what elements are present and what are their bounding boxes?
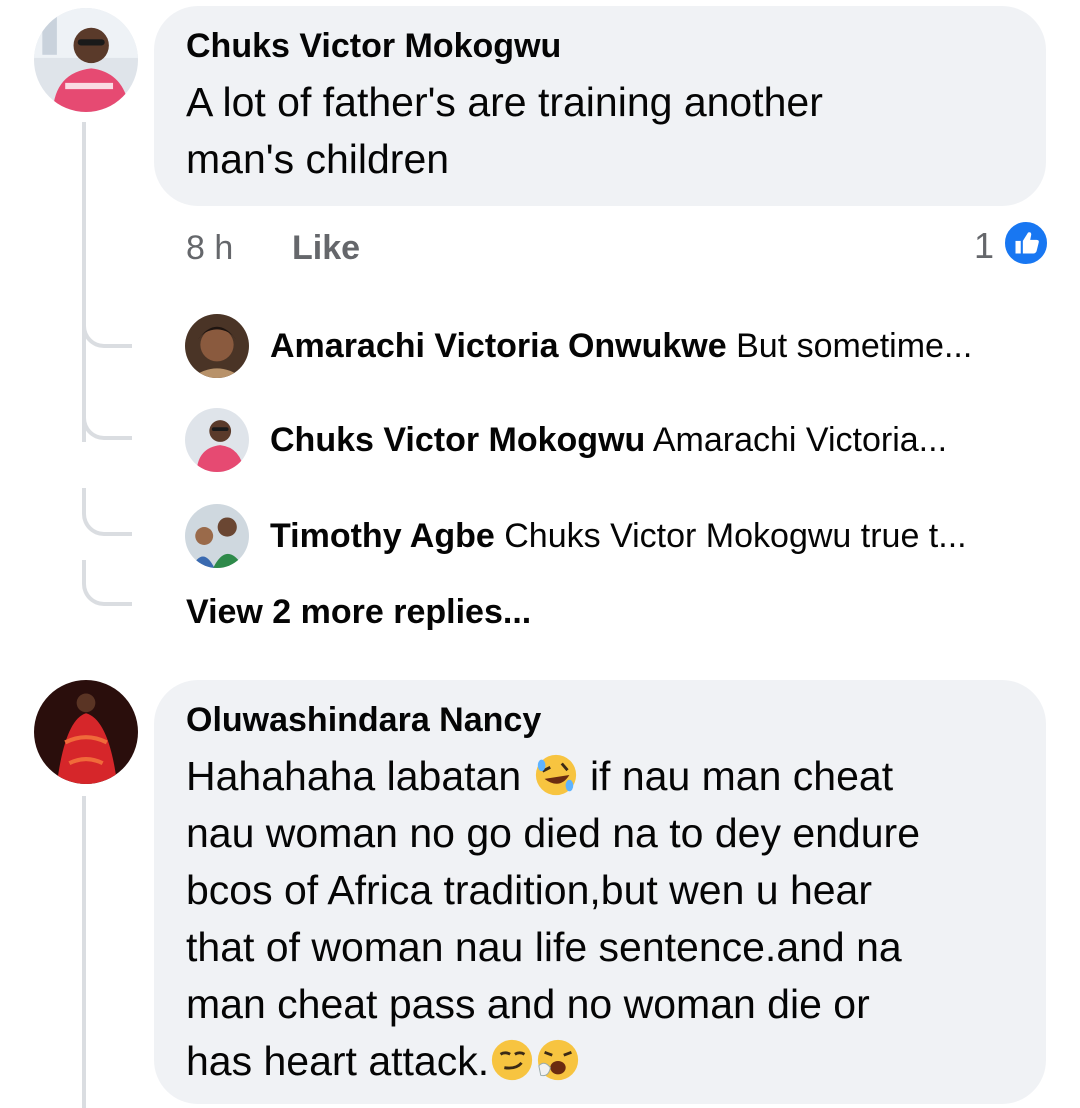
comment-text-line: Hahahaha labatan if nau man cheat xyxy=(186,748,1046,805)
reply-preview: Chuks Victor Mokogwu true t... xyxy=(504,517,967,555)
comment-text-segment: Hahahaha labatan xyxy=(186,753,522,799)
comment-text: A lot of father's are training another m… xyxy=(186,74,1046,188)
comment-text-line: A lot of father's are training another xyxy=(186,79,823,125)
reply-connector xyxy=(82,560,132,606)
avatar[interactable] xyxy=(34,680,138,784)
reply-connector xyxy=(82,488,132,536)
comment-text: Hahahaha labatan if nau man cheat nau wo… xyxy=(186,748,1046,1090)
comment-text-line: that of woman nau life sentence.and na xyxy=(186,924,902,970)
comment-text-segment: has heart attack. xyxy=(186,1038,490,1084)
comment-author[interactable]: Oluwashindara Nancy xyxy=(186,700,1046,740)
reply-preview: But sometime... xyxy=(736,327,973,365)
comment-text-line: bcos of Africa tradition,but wen u hear xyxy=(186,867,873,913)
yawning-face-icon xyxy=(535,1037,581,1083)
reply-item[interactable]: Chuks Victor Mokogwu Amarachi Victoria..… xyxy=(270,420,947,460)
avatar[interactable] xyxy=(34,8,138,112)
avatar[interactable] xyxy=(185,314,249,378)
reaction-count[interactable]: 1 xyxy=(974,226,994,266)
thread-line xyxy=(82,796,86,1108)
rolling-on-floor-laughing-icon xyxy=(533,752,579,798)
comment-text-line: man cheat pass and no woman die or xyxy=(186,981,870,1027)
view-more-replies-button[interactable]: View 2 more replies... xyxy=(186,592,531,632)
reply-author[interactable]: Timothy Agbe xyxy=(270,517,495,555)
like-button[interactable]: Like xyxy=(292,228,360,268)
comment-bubble: Oluwashindara Nancy Hahahaha labatan if … xyxy=(154,680,1046,1104)
comment-text-line: has heart attack. xyxy=(186,1033,1046,1090)
reply-item[interactable]: Amarachi Victoria Onwukwe But sometime..… xyxy=(270,326,972,366)
reply-item[interactable]: Timothy Agbe Chuks Victor Mokogwu true t… xyxy=(270,516,967,556)
like-reaction-icon[interactable] xyxy=(1002,219,1050,267)
avatar[interactable] xyxy=(185,408,249,472)
avatar[interactable] xyxy=(185,504,249,568)
reply-preview: Amarachi Victoria... xyxy=(652,421,948,459)
smirking-face-icon xyxy=(489,1037,535,1083)
reply-author[interactable]: Amarachi Victoria Onwukwe xyxy=(270,327,727,365)
thread-line xyxy=(82,122,86,442)
comment-text-line: nau woman no go died na to dey endure xyxy=(186,810,920,856)
reply-connector xyxy=(82,300,132,348)
reply-author[interactable]: Chuks Victor Mokogwu xyxy=(270,421,645,459)
reply-connector xyxy=(82,396,132,440)
comment-text-segment: if nau man cheat xyxy=(589,753,894,799)
comment-author[interactable]: Chuks Victor Mokogwu xyxy=(186,26,1046,66)
comment-text-line: man's children xyxy=(186,136,450,182)
comment-bubble: Chuks Victor Mokogwu A lot of father's a… xyxy=(154,6,1046,206)
comment-timestamp[interactable]: 8 h xyxy=(186,228,233,268)
